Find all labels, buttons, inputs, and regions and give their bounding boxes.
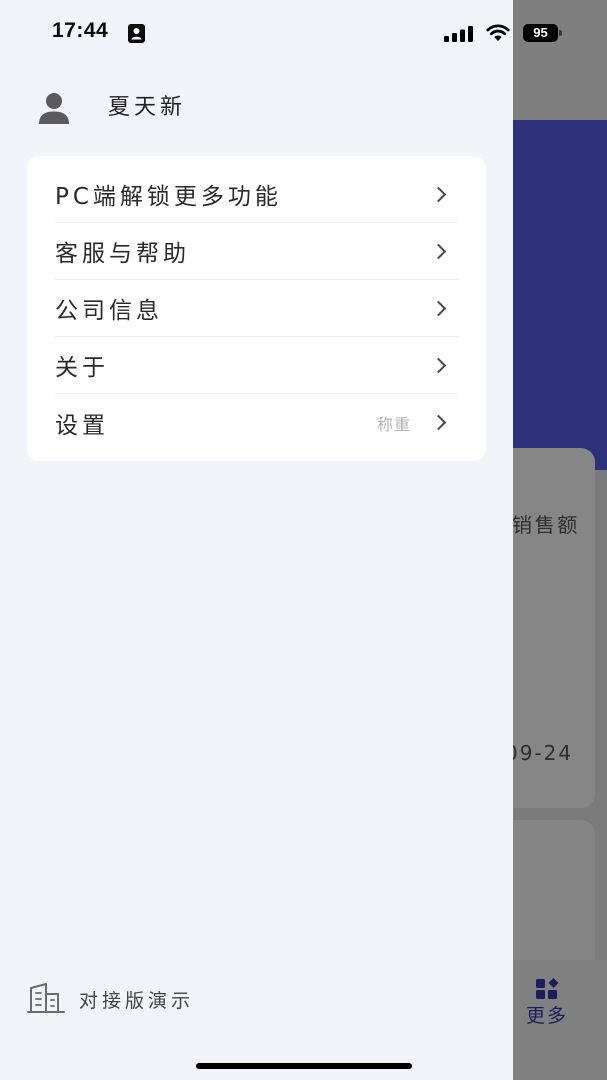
menu-item-label: 设置 — [55, 412, 109, 439]
menu-card: PC端解锁更多功能 客服与帮助 公司信息 关于 设置 称重 — [27, 156, 486, 461]
screen: 销售额 09-24 更多 夏天新 — [0, 0, 607, 1080]
menu-item-label: PC端解锁更多功能 — [55, 184, 282, 210]
person-icon — [39, 93, 69, 124]
menu-item-support[interactable]: 客服与帮助 — [55, 223, 458, 280]
chevron-right-icon — [430, 186, 447, 202]
menu-item-settings[interactable]: 设置 称重 — [55, 394, 458, 451]
company-name: 对接版演示 — [79, 990, 195, 1012]
company-switcher[interactable]: 对接版演示 — [27, 981, 327, 1015]
menu-item-label: 客服与帮助 — [55, 241, 190, 267]
home-indicator[interactable] — [196, 1063, 412, 1069]
user-name: 夏天新 — [108, 95, 187, 120]
chevron-right-icon — [430, 414, 447, 431]
contact-card-icon — [128, 24, 145, 43]
menu-item-about[interactable]: 关于 — [55, 337, 458, 394]
chevron-right-icon — [430, 357, 447, 373]
menu-item-pc-unlock[interactable]: PC端解锁更多功能 — [55, 166, 458, 223]
menu-item-label: 公司信息 — [55, 298, 163, 324]
battery-icon: 95 — [523, 24, 558, 42]
building-icon — [27, 983, 65, 1013]
battery-nub — [559, 30, 562, 36]
wifi-icon — [486, 24, 510, 41]
menu-item-company-info[interactable]: 公司信息 — [55, 280, 458, 337]
chevron-right-icon — [430, 243, 447, 259]
menu-item-label: 关于 — [55, 355, 109, 381]
side-drawer: 夏天新 PC端解锁更多功能 客服与帮助 公司信息 关于 设置 称重 对接版演示 — [0, 0, 513, 1080]
menu-item-hint: 称重 — [376, 414, 411, 434]
signal-icon — [444, 26, 473, 42]
dim-overlay[interactable] — [513, 0, 607, 1080]
chevron-right-icon — [430, 300, 447, 316]
status-time: 17:44 — [52, 19, 109, 42]
user-profile[interactable]: 夏天新 — [38, 90, 338, 126]
